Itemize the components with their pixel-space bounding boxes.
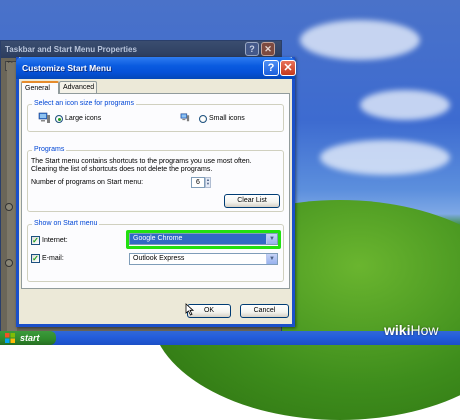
mouse-cursor-icon xyxy=(185,303,194,316)
show-on-start-menu-group: Show on Start menu ✓ Internet: Google Ch… xyxy=(27,220,284,282)
large-icons-label[interactable]: Large icons xyxy=(65,115,101,122)
bg-radio-start[interactable] xyxy=(5,203,13,211)
program-count-label: Number of programs on Start menu: xyxy=(31,179,144,186)
chevron-down-icon[interactable]: ▼ xyxy=(266,234,277,244)
program-count-stepper[interactable]: ▲ ▼ xyxy=(205,177,211,188)
icon-size-group: Select an icon size for programs Large i… xyxy=(27,100,284,132)
bg-close-button[interactable]: ✕ xyxy=(261,42,275,56)
chevron-down-icon[interactable]: ▼ xyxy=(266,254,277,264)
dialog-title: Customize Start Menu xyxy=(16,57,295,79)
small-icons-radio[interactable] xyxy=(199,115,207,123)
icon-size-group-label: Select an icon size for programs xyxy=(32,100,136,107)
programs-group: Programs The Start menu contains shortcu… xyxy=(27,146,284,212)
taskbar-properties-title: Taskbar and Start Menu Properties xyxy=(1,41,281,58)
email-client-select[interactable]: Outlook Express ▼ xyxy=(129,253,278,265)
tab-advanced[interactable]: Advanced xyxy=(59,81,97,93)
small-icons-label[interactable]: Small icons xyxy=(209,115,245,122)
internet-browser-select[interactable]: Google Chrome ▼ xyxy=(129,233,278,245)
email-checkbox[interactable]: ✓ xyxy=(31,254,40,263)
close-button[interactable]: ✕ xyxy=(280,60,296,76)
large-icons-radio[interactable] xyxy=(55,115,63,123)
help-button[interactable]: ? xyxy=(263,60,279,76)
internet-label[interactable]: Internet: xyxy=(42,237,68,244)
start-label: start xyxy=(20,333,40,343)
general-tab-panel: Select an icon size for programs Large i… xyxy=(21,93,290,289)
tab-general[interactable]: General xyxy=(21,81,59,94)
customize-start-menu-dialog: Customize Start Menu ? ✕ General Advance… xyxy=(16,57,296,327)
windows-flag-icon xyxy=(5,333,15,343)
watermark-wiki: wiki xyxy=(384,322,411,338)
ok-button-label: OK xyxy=(203,307,215,314)
internet-checkbox[interactable]: ✓ xyxy=(31,236,40,245)
programs-description-2: Clearing the list of shortcuts does not … xyxy=(31,166,213,173)
small-icons-icon xyxy=(180,113,190,122)
show-group-label: Show on Start menu xyxy=(32,220,100,227)
bg-radio-classic[interactable] xyxy=(5,259,13,267)
start-button[interactable]: start xyxy=(0,331,56,345)
programs-group-label: Programs xyxy=(32,146,67,153)
clear-list-button[interactable]: Clear List xyxy=(224,194,280,208)
programs-description-1: The Start menu contains shortcuts to the… xyxy=(31,158,252,165)
internet-browser-value: Google Chrome xyxy=(133,235,183,242)
email-client-value: Outlook Express xyxy=(133,255,185,262)
bg-help-button[interactable]: ? xyxy=(245,42,259,56)
large-icons-icon xyxy=(38,112,50,123)
email-label[interactable]: E-mail: xyxy=(42,255,64,262)
wikihow-watermark: wikiHow xyxy=(384,322,438,338)
cancel-button[interactable]: Cancel xyxy=(240,304,289,318)
watermark-how: How xyxy=(410,322,439,338)
program-count-input[interactable]: 6 xyxy=(191,177,205,188)
